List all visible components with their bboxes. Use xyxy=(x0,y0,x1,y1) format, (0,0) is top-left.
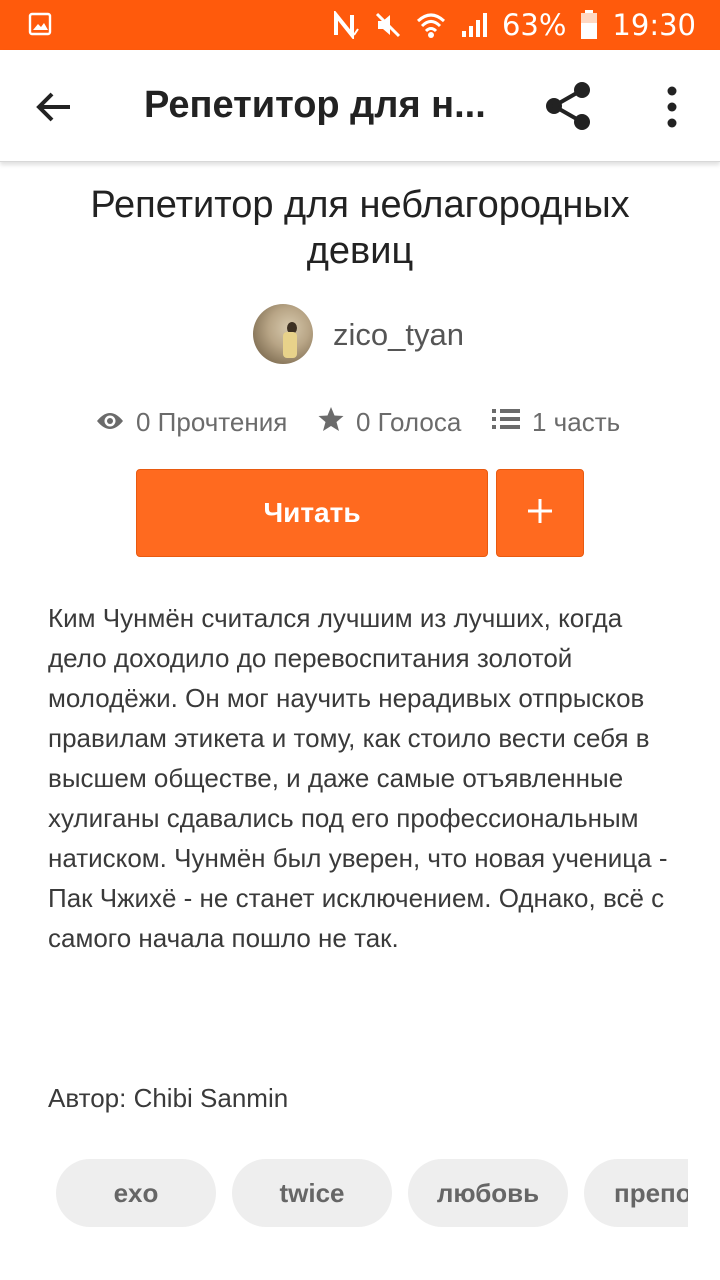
author-credit: Автор: Chibi Sanmin xyxy=(48,1083,289,1113)
reads-count: 0 Прочтения xyxy=(136,406,288,437)
arrow-left-icon[interactable] xyxy=(32,84,78,130)
battery-percent: 63% xyxy=(501,8,567,42)
author-username[interactable]: zico_tyan xyxy=(333,317,464,353)
signal-icon xyxy=(460,11,488,39)
battery-icon xyxy=(580,10,598,40)
star-icon xyxy=(318,406,344,439)
share-icon[interactable] xyxy=(540,80,596,132)
read-button[interactable]: Читать xyxy=(136,469,488,557)
plus-icon xyxy=(526,497,554,530)
tag-love[interactable]: любовь xyxy=(408,1159,568,1227)
tag-list: exo twice любовь препо xyxy=(56,1159,688,1227)
tag-twice[interactable]: twice xyxy=(232,1159,392,1227)
wifi-icon xyxy=(416,11,446,39)
add-to-library-button[interactable] xyxy=(496,469,584,557)
avatar[interactable] xyxy=(253,304,313,364)
reads-stat: 0 Прочтения xyxy=(96,402,287,442)
nfc-icon xyxy=(332,11,360,39)
author-row[interactable]: zico_tyan xyxy=(0,304,720,366)
tag-exo[interactable]: exo xyxy=(56,1159,216,1227)
status-bar: 63% 19:30 xyxy=(0,0,720,50)
story-description: Ким Чунмён считался лучшим из лучших, ко… xyxy=(48,603,668,953)
app-toolbar: Репетитор для н... xyxy=(0,50,720,162)
clock: 19:30 xyxy=(612,8,696,42)
story-stats: 0 Прочтения 0 Голоса 1 часть xyxy=(0,402,720,442)
votes-stat: 0 Голоса xyxy=(318,402,461,442)
image-icon xyxy=(28,12,52,36)
parts-stat: 1 часть xyxy=(492,402,620,442)
eye-icon xyxy=(96,407,124,438)
tag-prepo[interactable]: препо xyxy=(584,1159,688,1227)
toolbar-title: Репетитор для н... xyxy=(144,84,486,126)
votes-count: 0 Голоса xyxy=(356,406,462,437)
more-vertical-icon[interactable] xyxy=(654,84,690,130)
mute-icon xyxy=(374,11,402,39)
list-icon xyxy=(492,407,520,438)
story-title: Репетитор для неблагородных девиц xyxy=(90,184,630,272)
parts-count: 1 часть xyxy=(532,406,621,437)
